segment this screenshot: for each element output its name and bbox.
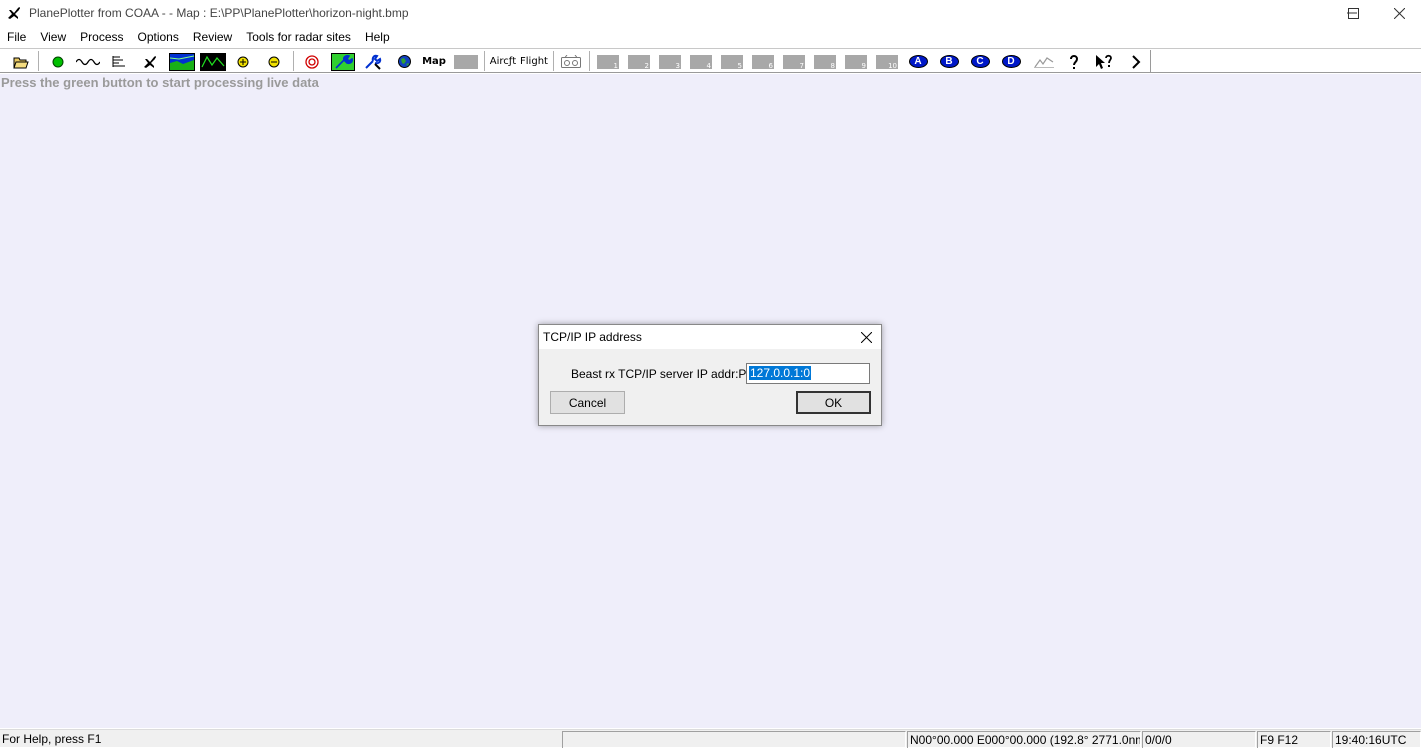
toolbar-end-divider [1150,50,1151,72]
slot-number: 4 [706,61,711,70]
slot-number: 1 [613,61,618,70]
slot-number: 6 [768,61,773,70]
flight-label: Flight [520,56,548,67]
slot-number: 2 [644,61,649,70]
profile-letter: B [939,55,959,68]
map-view-icon[interactable] [168,51,195,72]
blank-tool-icon[interactable] [454,51,478,72]
slot-number: 9 [861,61,866,70]
status-blank-pane [562,731,906,748]
tcpip-dialog: TCP/IP IP address Beast rx TCP/IP server… [538,324,882,426]
list-icon[interactable] [108,51,130,72]
menu-process[interactable]: Process [73,28,130,47]
context-help-icon[interactable] [1093,51,1115,72]
menu-bar: File View Process Options Review Tools f… [0,28,1421,47]
menu-help[interactable]: Help [358,28,397,47]
help-question-icon[interactable] [1063,51,1085,72]
flight-list-button[interactable]: Flight [520,51,548,72]
menu-file[interactable]: File [0,28,33,47]
toolbar-separator [589,51,590,71]
radar-scope-icon[interactable] [199,51,226,72]
cancel-button[interactable]: Cancel [550,391,625,414]
slot-1-button[interactable]: 1 [596,51,620,72]
dialog-close-button[interactable] [851,325,881,349]
slot-2-button[interactable]: 2 [627,51,651,72]
ok-button[interactable]: OK [796,391,871,414]
maximize-button[interactable] [1330,0,1376,26]
zoom-out-icon[interactable] [264,51,284,72]
target-icon[interactable] [301,51,323,72]
profile-letter: D [1001,55,1021,68]
slot-number: 8 [830,61,835,70]
app-window: PlanePlotter from COAA - - Map : E:\PP\P… [0,0,1421,748]
tape-recorder-icon[interactable] [559,51,583,72]
start-green-icon[interactable] [47,51,69,72]
server-address-input[interactable]: 127.0.0.1:0 [746,363,870,384]
slot-8-button[interactable]: 8 [813,51,837,72]
open-folder-icon[interactable] [10,51,32,72]
slot-3-button[interactable]: 3 [658,51,682,72]
slot-number: 3 [675,61,680,70]
dialog-title-bar: TCP/IP IP address [539,325,881,349]
status-coordinates: N00°00.000 E000°00.000 (192.8° 2771.0nm) [907,731,1141,748]
menu-view[interactable]: View [33,28,73,47]
title-bar: PlanePlotter from COAA - - Map : E:\PP\P… [0,0,1421,26]
status-bar: For Help, press F1 N00°00.000 E000°00.00… [0,729,1421,748]
start-hint-text: Press the green button to start processi… [1,75,319,90]
slot-6-button[interactable]: 6 [751,51,775,72]
slot-9-button[interactable]: 9 [844,51,868,72]
server-address-value: 127.0.0.1:0 [749,366,812,380]
slot-number: 7 [799,61,804,70]
slot-10-button[interactable]: 10 [875,51,899,72]
profile-letter: C [970,55,990,68]
aircraft-list-button[interactable]: Aircƒt [489,51,517,72]
chevron-right-icon[interactable] [1125,51,1147,72]
profile-a-button[interactable]: A [907,51,929,72]
map-label: Map [422,56,446,67]
profile-d-button[interactable]: D [1000,51,1022,72]
menu-tools-radar[interactable]: Tools for radar sites [239,28,358,47]
zoom-in-icon[interactable] [233,51,253,72]
status-help-text: For Help, press F1 [2,732,102,746]
status-counts: 0/0/0 [1142,731,1256,748]
map-icon[interactable]: Map [422,51,446,72]
aircraft-icon[interactable] [139,51,161,72]
airplane-app-icon [6,5,22,21]
slot-7-button[interactable]: 7 [782,51,806,72]
aircraft-label: Aircƒt [489,56,517,67]
slot-5-button[interactable]: 5 [720,51,744,72]
toolbar-separator [484,51,485,71]
toolbar-separator [553,51,554,71]
slot-4-button[interactable]: 4 [689,51,713,72]
profile-b-button[interactable]: B [938,51,960,72]
tools-icon[interactable] [362,51,384,72]
slot-number: 10 [888,61,897,70]
slot-number: 5 [737,61,742,70]
waveform-icon[interactable] [75,51,101,72]
globe-icon[interactable] [393,51,415,72]
toolbar: Map Aircƒt Flight 1 2 3 4 5 6 7 8 9 10 A… [0,48,1421,73]
window-title: PlanePlotter from COAA - - Map : E:\PP\P… [29,6,409,20]
menu-review[interactable]: Review [186,28,239,47]
toolbar-separator [38,51,39,71]
server-address-label: Beast rx TCP/IP server IP addr:Port [571,367,761,381]
profile-c-button[interactable]: C [969,51,991,72]
menu-options[interactable]: Options [131,28,186,47]
close-button[interactable] [1376,0,1421,26]
profile-letter: A [908,55,928,68]
dialog-title: TCP/IP IP address [543,330,642,344]
toolbar-separator [293,51,294,71]
trend-line-icon[interactable] [1032,51,1056,72]
status-time: 19:40:16UTC [1332,731,1421,748]
wrench-green-icon[interactable] [330,51,355,72]
status-keys: F9 F12 [1257,731,1331,748]
